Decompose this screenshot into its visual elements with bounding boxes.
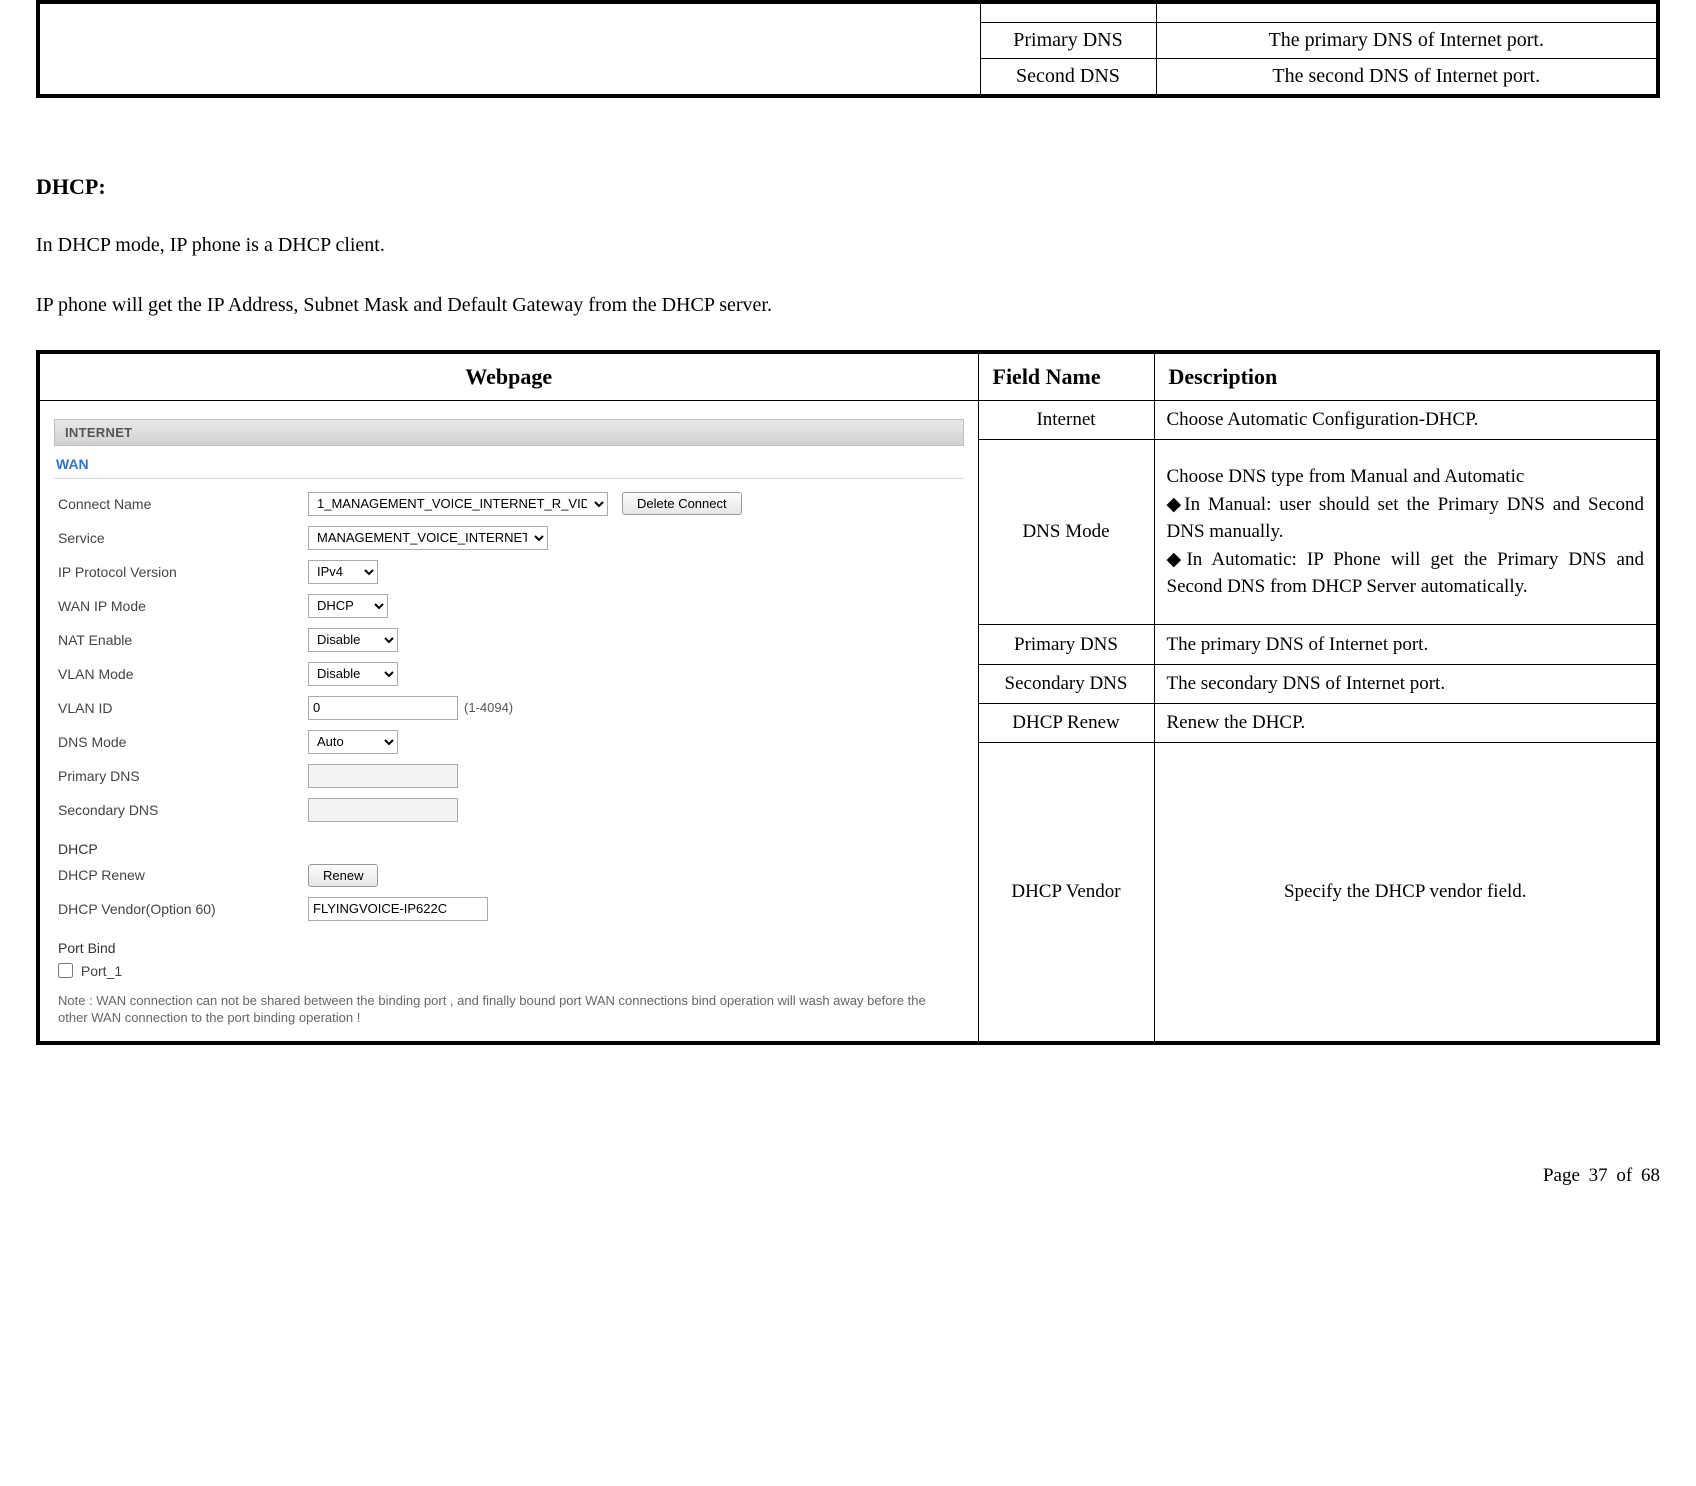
dns-mode-select[interactable]: Auto [308,730,398,754]
field-secondary-dns: Secondary DNS [978,664,1154,703]
desc-dns-line1: Choose DNS type from Manual and Automati… [1167,463,1645,491]
primary-dns-input [308,764,458,788]
internet-section-bar: INTERNET [54,419,964,446]
desc-dhcp-vendor: Specify the DHCP vendor field. [1154,743,1658,1043]
port1-checkbox[interactable] [58,963,73,978]
service-label: Service [58,530,308,546]
renew-button[interactable]: Renew [308,864,378,887]
connect-name-select[interactable]: 1_MANAGEMENT_VOICE_INTERNET_R_VID [308,492,608,516]
secondary-dns-label: Secondary DNS [58,802,308,818]
field-dhcp-vendor: DHCP Vendor [978,743,1154,1043]
desc-dns-mode: Choose DNS type from Manual and Automati… [1154,439,1658,625]
vlan-mode-select[interactable]: Disable [308,662,398,686]
col-field-name: Field Name [978,352,1154,401]
wan-ip-mode-select[interactable]: DHCP [308,594,388,618]
fragment-table: Primary DNS The primary DNS of Internet … [36,0,1660,98]
dhcp-table: Webpage Field Name Description INTERNET … [36,350,1660,1045]
desc-internet: Choose Automatic Configuration-DHCP. [1154,400,1658,439]
wan-subsection: WAN [54,446,964,479]
fragment-second-dns-field: Second DNS [980,58,1156,96]
fragment-second-dns-desc: The second DNS of Internet port. [1156,58,1658,96]
webpage-screenshot-cell: INTERNET WAN Connect Name 1_MANAGEMENT_V… [38,400,978,1043]
dhcp-subhead: DHCP [54,827,964,859]
page-footer: Page 37 of 68 [36,1165,1660,1217]
ip-protocol-select[interactable]: IPv4 [308,560,378,584]
desc-dns-line2: In Manual: user should set the Primary D… [1167,491,1645,546]
connect-name-label: Connect Name [58,496,308,512]
desc-dhcp-renew: Renew the DHCP. [1154,703,1658,742]
delete-connect-button[interactable]: Delete Connect [622,492,742,515]
fragment-primary-dns-field: Primary DNS [980,22,1156,58]
vlan-id-input[interactable] [308,696,458,720]
dhcp-vendor-input[interactable] [308,897,488,921]
router-ui: INTERNET WAN Connect Name 1_MANAGEMENT_V… [40,401,978,1041]
port-bind-subhead: Port Bind [54,926,964,958]
fragment-empty-desc [1156,2,1658,22]
desc-dns-line3: In Automatic: IP Phone will get the Prim… [1167,546,1645,601]
field-dhcp-renew: DHCP Renew [978,703,1154,742]
port1-row: Port_1 [58,963,122,979]
desc-primary-dns: The primary DNS of Internet port. [1154,625,1658,664]
fragment-primary-dns-desc: The primary DNS of Internet port. [1156,22,1658,58]
field-internet: Internet [978,400,1154,439]
field-dns-mode: DNS Mode [978,439,1154,625]
desc-secondary-dns: The secondary DNS of Internet port. [1154,664,1658,703]
ip-protocol-label: IP Protocol Version [58,564,308,580]
dhcp-para-2: IP phone will get the IP Address, Subnet… [36,290,1660,320]
service-select[interactable]: MANAGEMENT_VOICE_INTERNET [308,526,548,550]
primary-dns-label: Primary DNS [58,768,308,784]
vlan-mode-label: VLAN Mode [58,666,308,682]
port1-label: Port_1 [81,963,122,979]
dhcp-vendor-label: DHCP Vendor(Option 60) [58,901,308,917]
col-webpage: Webpage [38,352,978,401]
port-bind-note: Note : WAN connection can not be shared … [54,984,934,1027]
dhcp-heading: DHCP: [36,174,1660,200]
wan-ip-mode-label: WAN IP Mode [58,598,308,614]
dhcp-para-1: In DHCP mode, IP phone is a DHCP client. [36,230,1660,260]
vlan-id-hint: (1-4094) [464,700,513,715]
secondary-dns-input [308,798,458,822]
dhcp-renew-label: DHCP Renew [58,867,308,883]
fragment-empty-field [980,2,1156,22]
nat-enable-select[interactable]: Disable [308,628,398,652]
col-description: Description [1154,352,1658,401]
vlan-id-label: VLAN ID [58,700,308,716]
dns-mode-label: DNS Mode [58,734,308,750]
field-primary-dns: Primary DNS [978,625,1154,664]
fragment-left-cell [38,2,980,96]
nat-enable-label: NAT Enable [58,632,308,648]
